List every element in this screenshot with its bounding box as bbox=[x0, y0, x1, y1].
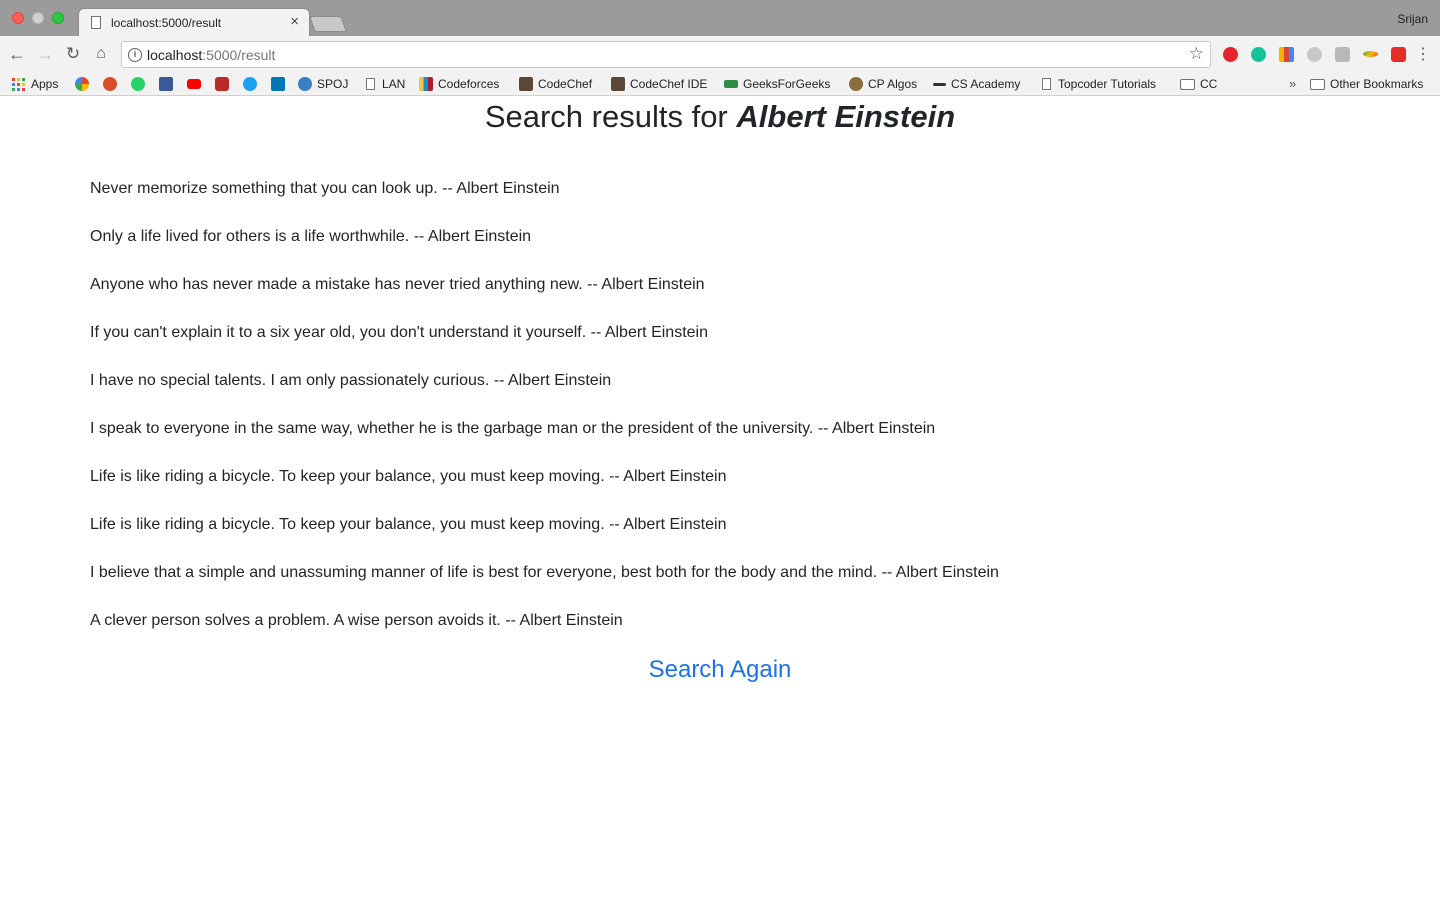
geeksforgeeks-icon bbox=[724, 80, 738, 88]
window-close-button[interactable] bbox=[12, 12, 24, 24]
page-icon bbox=[366, 78, 375, 90]
bookmark-geeksforgeeks[interactable]: GeeksForGeeks bbox=[724, 76, 830, 92]
search-query: Albert Einstein bbox=[736, 99, 956, 134]
inbox-extension-icon[interactable] bbox=[1335, 47, 1350, 62]
bookmark-chrome-store[interactable] bbox=[103, 76, 117, 92]
page-content: Search results for Albert Einstein Never… bbox=[0, 97, 1440, 900]
quote-item: I have no special talents. I am only pas… bbox=[90, 372, 612, 389]
heading-prefix: Search results for bbox=[484, 99, 728, 134]
tab-title: localhost:5000/result bbox=[111, 16, 222, 30]
bookmarks-bar: Apps SPOJ LAN Codeforces CodeChef CodeCh… bbox=[0, 72, 1440, 96]
browser-toolbar: ← → ↻ ⌂ i localhost:5000/result ☆ bbox=[0, 36, 1440, 72]
linkedin-icon bbox=[271, 77, 285, 91]
bookmark-whatsapp[interactable] bbox=[131, 76, 145, 92]
red-extension-icon[interactable] bbox=[1391, 47, 1406, 62]
reload-icon[interactable]: ↻ bbox=[61, 42, 85, 66]
twitter-icon bbox=[243, 77, 257, 91]
active-tab[interactable]: localhost:5000/result × bbox=[78, 8, 310, 36]
quote-list: Never memorize something that you can lo… bbox=[90, 179, 1350, 659]
bookmark-topcoder[interactable]: Topcoder Tutorials bbox=[1042, 76, 1156, 92]
bookmark-codechef[interactable]: CodeChef bbox=[519, 76, 592, 92]
bookmark-apps[interactable]: Apps bbox=[12, 76, 58, 92]
opera-extension-icon[interactable] bbox=[1223, 47, 1238, 62]
quote-item: Life is like riding a bicycle. To keep y… bbox=[90, 516, 727, 533]
bookmark-linkedin[interactable] bbox=[271, 76, 285, 92]
bookmark-codeforces[interactable]: Codeforces bbox=[419, 76, 499, 92]
spoj-icon bbox=[298, 77, 312, 91]
apps-grid-icon bbox=[12, 77, 25, 91]
grammarly-extension-icon[interactable] bbox=[1251, 47, 1266, 62]
info-icon[interactable]: i bbox=[128, 48, 142, 62]
page-icon bbox=[91, 16, 101, 29]
bookmark-youtube[interactable] bbox=[187, 76, 201, 92]
bookmark-spoj[interactable]: SPOJ bbox=[298, 76, 348, 92]
back-icon[interactable]: ← bbox=[5, 42, 29, 66]
quote-item: Only a life lived for others is a life w… bbox=[90, 228, 532, 245]
bookmark-quora[interactable] bbox=[215, 76, 229, 92]
cs-academy-icon bbox=[933, 82, 946, 86]
forward-icon[interactable]: → bbox=[33, 42, 57, 66]
quote-item: I speak to everyone in the same way, whe… bbox=[90, 420, 936, 437]
bars-extension-icon[interactable] bbox=[1279, 47, 1294, 62]
quora-icon bbox=[215, 77, 229, 91]
quote-item: Anyone who has never made a mistake has … bbox=[90, 276, 705, 293]
quote-item: A clever person solves a problem. A wise… bbox=[90, 612, 623, 629]
bookmark-twitter[interactable] bbox=[243, 76, 257, 92]
folder-icon bbox=[1180, 78, 1195, 90]
page-icon bbox=[1042, 78, 1051, 90]
bookmark-cs-academy[interactable]: CS Academy bbox=[933, 76, 1020, 92]
google-icon bbox=[75, 77, 89, 91]
bookmark-star-icon[interactable]: ☆ bbox=[1189, 44, 1204, 64]
cp-algos-icon bbox=[849, 77, 863, 91]
bookmark-other-bookmarks[interactable]: Other Bookmarks bbox=[1310, 76, 1423, 92]
profile-name[interactable]: Srijan bbox=[1397, 12, 1428, 26]
folder-icon bbox=[1310, 78, 1325, 90]
bookmark-cp-algos[interactable]: CP Algos bbox=[849, 76, 917, 92]
new-tab-button[interactable] bbox=[309, 16, 347, 32]
quote-item: Life is like riding a bicycle. To keep y… bbox=[90, 468, 727, 485]
bookmark-folder-cc[interactable]: CC bbox=[1180, 76, 1217, 92]
window-minimize-button[interactable] bbox=[32, 12, 44, 24]
quote-item: I believe that a simple and unassuming m… bbox=[90, 564, 999, 581]
home-icon[interactable]: ⌂ bbox=[89, 42, 113, 66]
bookmark-facebook[interactable] bbox=[159, 76, 173, 92]
codechef-icon bbox=[519, 77, 533, 91]
menu-icon[interactable]: ⋮ bbox=[1415, 44, 1431, 64]
address-bar[interactable]: i localhost:5000/result ☆ bbox=[121, 41, 1211, 68]
youtube-icon bbox=[187, 79, 201, 89]
url-text[interactable]: localhost:5000/result bbox=[147, 47, 275, 63]
tab-strip: localhost:5000/result × Srijan bbox=[0, 0, 1440, 36]
bookmark-google[interactable] bbox=[75, 76, 89, 92]
whatsapp-icon bbox=[131, 77, 145, 91]
chrome-icon bbox=[103, 77, 117, 91]
search-again-link[interactable]: Search Again bbox=[0, 656, 1440, 684]
quote-item: If you can't explain it to a six year ol… bbox=[90, 324, 708, 341]
bookmark-codechef-ide[interactable]: CodeChef IDE bbox=[611, 76, 707, 92]
codechef-icon bbox=[611, 77, 625, 91]
page-title: Search results for Albert Einstein bbox=[0, 99, 1440, 135]
quote-item: Never memorize something that you can lo… bbox=[90, 180, 560, 197]
rainbow-extension-icon[interactable] bbox=[1363, 51, 1378, 57]
codeforces-icon bbox=[419, 77, 433, 91]
tab-close-icon[interactable]: × bbox=[290, 14, 299, 30]
bookmarks-overflow-icon[interactable]: » bbox=[1289, 76, 1296, 91]
drive-extension-icon[interactable] bbox=[1307, 47, 1322, 62]
window-maximize-button[interactable] bbox=[52, 12, 64, 24]
facebook-icon bbox=[159, 77, 173, 91]
bookmark-lan[interactable]: LAN bbox=[366, 76, 405, 92]
